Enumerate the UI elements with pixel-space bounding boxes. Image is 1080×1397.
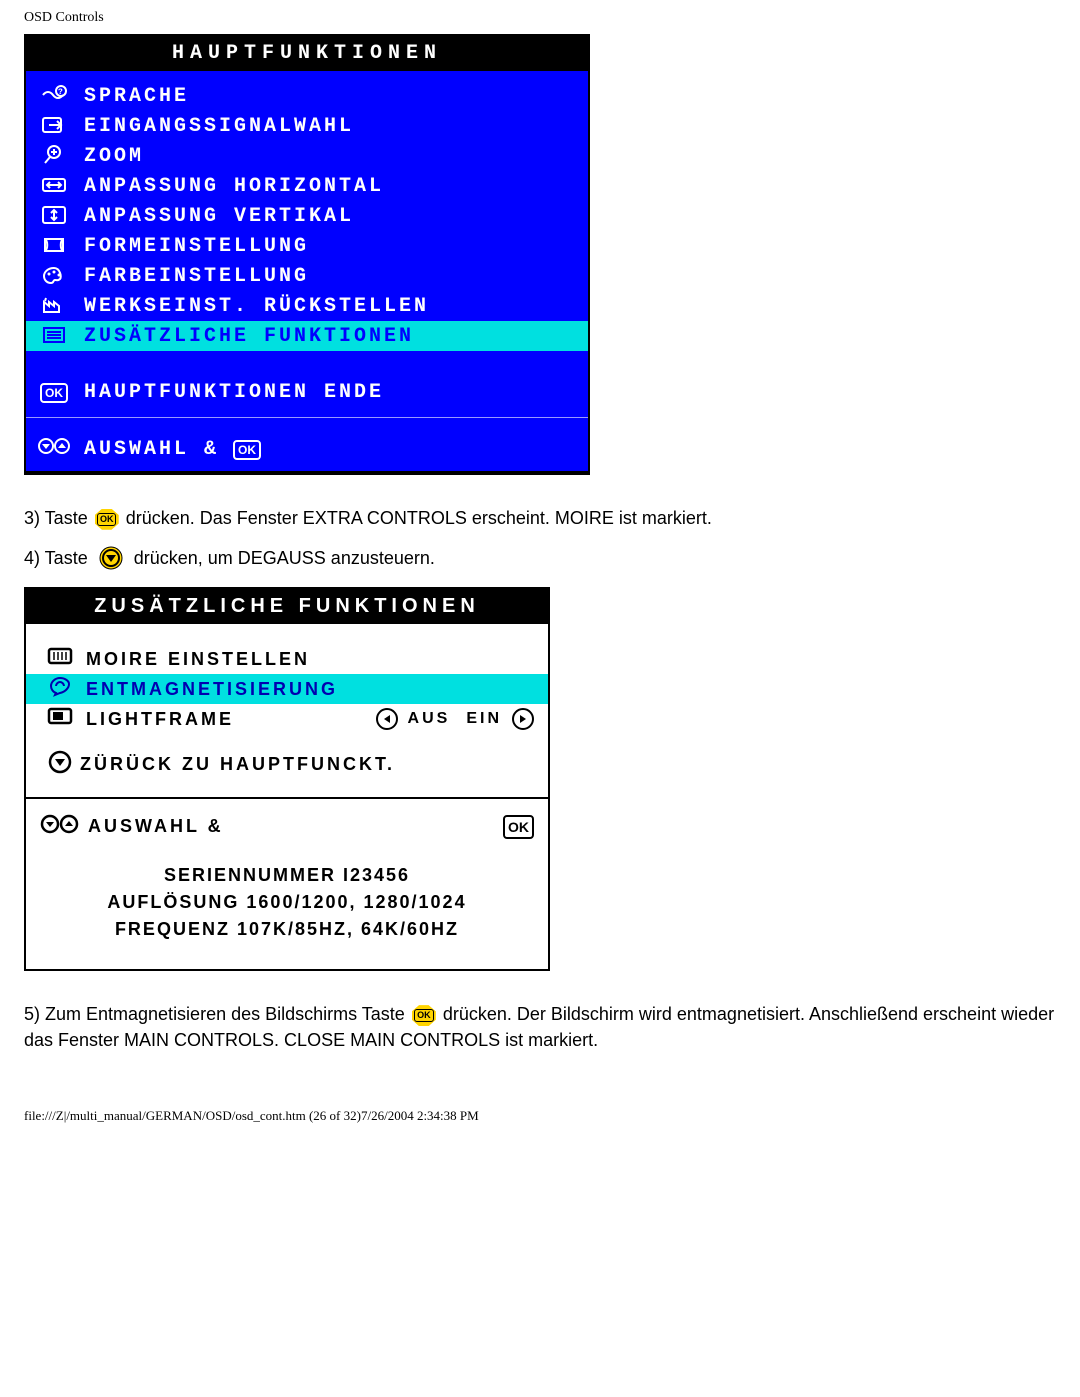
menu-label: LIGHTFRAME <box>80 709 234 730</box>
menu-label: ANPASSUNG HORIZONTAL <box>72 175 384 198</box>
opt-on: EIN <box>466 710 502 728</box>
opt-off: AUS <box>408 710 451 728</box>
menu-label: ZÜRÜCK ZU HAUPTFUNCKT. <box>80 754 395 775</box>
footer-text: file:///Z|/multi_manual/GERMAN/OSD/osd_c… <box>24 1108 479 1123</box>
menu-item-extra[interactable]: ZUSÄTZLICHE FUNKTIONEN <box>26 321 588 351</box>
extra-controls-osd: ZUSÄTZLICHE FUNKTIONEN MOIRE EINSTELLEN … <box>24 587 550 971</box>
menu-label: FARBEINSTELLUNG <box>72 265 309 288</box>
menu-label: ZUSÄTZLICHE FUNKTIONEN <box>72 325 414 348</box>
updown-icon <box>36 436 72 463</box>
svg-text:?: ? <box>58 88 66 97</box>
page-header: OSD Controls <box>24 0 1056 34</box>
step-5: 5) Zum Entmagnetisieren des Bildschirms … <box>24 1001 1056 1053</box>
header-title: OSD Controls <box>24 10 104 25</box>
menu-item-color[interactable]: FARBEINSTELLUNG <box>26 261 588 291</box>
osd2-info: SERIENNUMMER I23456 AUFLÖSUNG 1600/1200,… <box>26 854 548 959</box>
serial-value: I23456 <box>343 865 410 885</box>
back-icon <box>40 750 80 779</box>
menu-label: WERKSEINST. RÜCKSTELLEN <box>72 295 429 318</box>
menu-label: HAUPTFUNKTIONEN ENDE <box>72 381 384 404</box>
freq-value: 107K/85HZ, 64K/60HZ <box>237 919 459 939</box>
osd-title: HAUPTFUNKTIONEN <box>26 36 588 71</box>
menu-item-input[interactable]: EINGANGSSIGNALWAHL <box>26 111 588 141</box>
factory-icon <box>36 295 72 318</box>
page-footer: file:///Z|/multi_manual/GERMAN/OSD/osd_c… <box>24 1068 1056 1124</box>
palette-icon <box>36 265 72 288</box>
step-4-suffix: drücken, um DEGAUSS anzusteuern. <box>134 548 435 568</box>
menu-item-degauss[interactable]: ENTMAGNETISIERUNG <box>26 674 548 704</box>
zoom-icon <box>36 144 72 167</box>
res-label: AUFLÖSUNG <box>107 892 239 912</box>
shape-icon <box>36 235 72 258</box>
main-controls-osd: HAUPTFUNKTIONEN ? SPRACHE EINGANGSSIGNAL… <box>24 34 590 475</box>
footer-label: AUSWAHL & <box>88 816 224 837</box>
menu-label: ANPASSUNG VERTIKAL <box>72 205 354 228</box>
ok-icon: OK <box>503 815 534 839</box>
menu-label: SPRACHE <box>72 85 189 108</box>
list-icon <box>36 325 72 348</box>
menu-label: EINGANGSSIGNALWAHL <box>72 115 354 138</box>
step-3-prefix: 3) Taste <box>24 508 93 528</box>
menu-item-back[interactable]: ZÜRÜCK ZU HAUPTFUNCKT. <box>26 734 548 787</box>
input-icon <box>36 115 72 138</box>
serial-label: SERIENNUMMER <box>164 865 336 885</box>
horizontal-icon <box>36 175 72 198</box>
step-4: 4) Taste drücken, um DEGAUSS anzusteuern… <box>24 545 1056 573</box>
ok-icon: OK <box>233 440 261 460</box>
step-3-suffix: drücken. Das Fenster EXTRA CONTROLS ersc… <box>126 508 712 528</box>
osd-footer: AUSWAHL & OK <box>26 428 588 471</box>
menu-item-zoom[interactable]: ZOOM <box>26 141 588 171</box>
language-icon: ? <box>36 85 72 108</box>
menu-item-hpos[interactable]: ANPASSUNG HORIZONTAL <box>26 171 588 201</box>
lightframe-options: AUS EIN <box>376 708 534 730</box>
osd2-footer: AUSWAHL & OK <box>26 799 548 854</box>
menu-item-shape[interactable]: FORMEINSTELLUNG <box>26 231 588 261</box>
step-4-prefix: 4) Taste <box>24 548 93 568</box>
menu-label: ZOOM <box>72 145 144 168</box>
vertical-icon <box>36 205 72 228</box>
menu-label: MOIRE EINSTELLEN <box>80 649 310 670</box>
freq-label: FREQUENZ <box>115 919 230 939</box>
updown-icon <box>40 813 80 840</box>
menu-label: ENTMAGNETISIERUNG <box>80 679 338 700</box>
osd2-title: ZUSÄTZLICHE FUNKTIONEN <box>26 589 548 624</box>
ok-icon: OK <box>36 381 72 404</box>
ok-button-icon: OK <box>412 1005 436 1026</box>
menu-item-close[interactable]: OK HAUPTFUNKTIONEN ENDE <box>26 377 588 407</box>
res-value: 1600/1200, 1280/1024 <box>246 892 466 912</box>
ok-button-icon: OK <box>95 509 119 530</box>
menu-item-vpos[interactable]: ANPASSUNG VERTIKAL <box>26 201 588 231</box>
menu-item-reset[interactable]: WERKSEINST. RÜCKSTELLEN <box>26 291 588 321</box>
menu-item-moire[interactable]: MOIRE EINSTELLEN <box>26 644 548 674</box>
step-5-prefix: 5) Zum Entmagnetisieren des Bildschirms … <box>24 1004 410 1024</box>
step-3: 3) Taste OK drücken. Das Fenster EXTRA C… <box>24 505 1056 531</box>
menu-item-lightframe[interactable]: LIGHTFRAME AUS EIN <box>26 704 548 734</box>
arrow-right-icon <box>512 708 534 730</box>
arrow-left-icon <box>376 708 398 730</box>
menu-item-sprache[interactable]: ? SPRACHE <box>26 81 588 111</box>
footer-label: AUSWAHL & <box>72 438 219 461</box>
lightframe-icon <box>40 706 80 732</box>
degauss-icon <box>40 675 80 703</box>
down-button-icon <box>97 545 125 573</box>
moire-icon <box>40 646 80 672</box>
menu-label: FORMEINSTELLUNG <box>72 235 309 258</box>
